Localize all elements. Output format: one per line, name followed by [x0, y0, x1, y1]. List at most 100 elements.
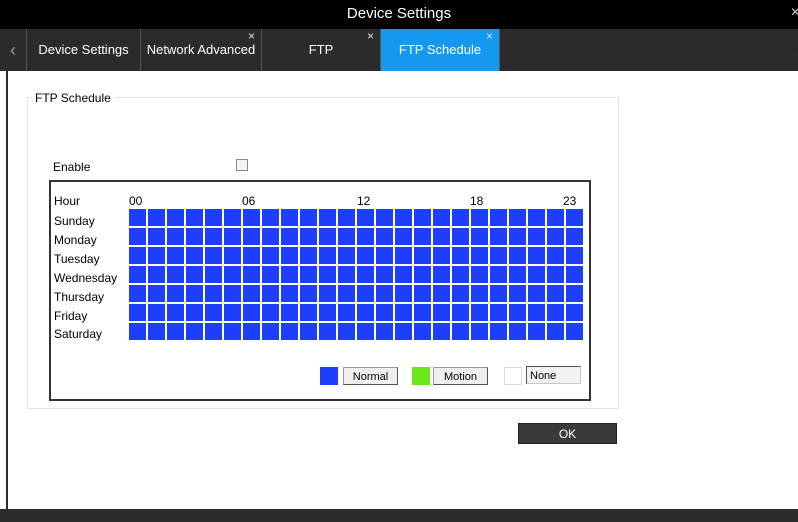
tab-ftp[interactable]: FTP ×: [262, 29, 381, 71]
schedule-cell[interactable]: [281, 247, 298, 264]
schedule-cell[interactable]: [357, 285, 374, 302]
tab-device-settings[interactable]: Device Settings: [27, 29, 141, 71]
schedule-cell[interactable]: [376, 323, 393, 340]
schedule-cell[interactable]: [433, 228, 450, 245]
schedule-cell[interactable]: [167, 266, 184, 283]
schedule-cell[interactable]: [376, 304, 393, 321]
schedule-cell[interactable]: [509, 285, 526, 302]
schedule-cell[interactable]: [547, 247, 564, 264]
schedule-cell[interactable]: [433, 285, 450, 302]
schedule-cell[interactable]: [566, 304, 583, 321]
schedule-cell[interactable]: [452, 228, 469, 245]
legend-normal-button[interactable]: Normal: [343, 367, 398, 385]
schedule-cell[interactable]: [357, 304, 374, 321]
schedule-cell[interactable]: [319, 304, 336, 321]
schedule-cell[interactable]: [414, 228, 431, 245]
schedule-cell[interactable]: [395, 209, 412, 226]
schedule-cell[interactable]: [357, 228, 374, 245]
schedule-cell[interactable]: [471, 304, 488, 321]
schedule-cell[interactable]: [547, 228, 564, 245]
schedule-cell[interactable]: [528, 304, 545, 321]
schedule-cell[interactable]: [528, 323, 545, 340]
schedule-cell[interactable]: [566, 247, 583, 264]
schedule-cell[interactable]: [224, 209, 241, 226]
schedule-cell[interactable]: [186, 285, 203, 302]
schedule-cell[interactable]: [395, 247, 412, 264]
schedule-cell[interactable]: [129, 228, 146, 245]
schedule-cell[interactable]: [566, 323, 583, 340]
schedule-cell[interactable]: [528, 228, 545, 245]
schedule-cell[interactable]: [262, 247, 279, 264]
schedule-cell[interactable]: [376, 209, 393, 226]
schedule-cell[interactable]: [376, 247, 393, 264]
schedule-cell[interactable]: [395, 266, 412, 283]
schedule-cell[interactable]: [471, 266, 488, 283]
schedule-cell[interactable]: [414, 247, 431, 264]
schedule-cell[interactable]: [300, 323, 317, 340]
schedule-cell[interactable]: [376, 228, 393, 245]
schedule-cell[interactable]: [243, 323, 260, 340]
schedule-cell[interactable]: [528, 266, 545, 283]
schedule-cell[interactable]: [205, 304, 222, 321]
schedule-cell[interactable]: [414, 266, 431, 283]
schedule-cell[interactable]: [262, 285, 279, 302]
schedule-cell[interactable]: [243, 285, 260, 302]
schedule-cell[interactable]: [490, 209, 507, 226]
schedule-cell[interactable]: [319, 266, 336, 283]
schedule-cell[interactable]: [243, 266, 260, 283]
schedule-cell[interactable]: [566, 209, 583, 226]
schedule-cell[interactable]: [300, 266, 317, 283]
schedule-cell[interactable]: [433, 304, 450, 321]
schedule-cell[interactable]: [338, 323, 355, 340]
schedule-cell[interactable]: [547, 323, 564, 340]
schedule-cell[interactable]: [566, 266, 583, 283]
schedule-cell[interactable]: [490, 285, 507, 302]
close-icon[interactable]: ×: [248, 29, 255, 43]
schedule-cell[interactable]: [319, 209, 336, 226]
schedule-cell[interactable]: [281, 304, 298, 321]
schedule-cell[interactable]: [129, 285, 146, 302]
schedule-cell[interactable]: [167, 247, 184, 264]
schedule-cell[interactable]: [509, 323, 526, 340]
schedule-cell[interactable]: [414, 304, 431, 321]
schedule-cell[interactable]: [224, 285, 241, 302]
schedule-cell[interactable]: [148, 266, 165, 283]
schedule-cell[interactable]: [319, 323, 336, 340]
schedule-cell[interactable]: [129, 304, 146, 321]
schedule-cell[interactable]: [300, 285, 317, 302]
schedule-cell[interactable]: [167, 304, 184, 321]
schedule-cell[interactable]: [471, 323, 488, 340]
schedule-cell[interactable]: [262, 209, 279, 226]
schedule-cell[interactable]: [414, 209, 431, 226]
schedule-cell[interactable]: [167, 323, 184, 340]
schedule-cell[interactable]: [243, 304, 260, 321]
schedule-cell[interactable]: [490, 247, 507, 264]
tab-ftp-schedule[interactable]: FTP Schedule ×: [381, 29, 500, 71]
schedule-cell[interactable]: [243, 247, 260, 264]
schedule-cell[interactable]: [262, 228, 279, 245]
schedule-cell[interactable]: [224, 304, 241, 321]
schedule-cell[interactable]: [490, 323, 507, 340]
schedule-cell[interactable]: [566, 285, 583, 302]
schedule-cell[interactable]: [490, 266, 507, 283]
schedule-cell[interactable]: [357, 209, 374, 226]
schedule-cell[interactable]: [205, 209, 222, 226]
schedule-cell[interactable]: [376, 285, 393, 302]
schedule-cell[interactable]: [205, 247, 222, 264]
schedule-cell[interactable]: [167, 228, 184, 245]
legend-none-button[interactable]: None: [526, 366, 581, 384]
schedule-cell[interactable]: [490, 228, 507, 245]
schedule-cell[interactable]: [281, 228, 298, 245]
schedule-cell[interactable]: [224, 323, 241, 340]
schedule-cell[interactable]: [281, 266, 298, 283]
schedule-cell[interactable]: [186, 228, 203, 245]
schedule-cell[interactable]: [319, 285, 336, 302]
schedule-cell[interactable]: [262, 304, 279, 321]
schedule-cell[interactable]: [452, 247, 469, 264]
schedule-cell[interactable]: [205, 285, 222, 302]
schedule-grid[interactable]: [129, 209, 583, 342]
schedule-cell[interactable]: [338, 304, 355, 321]
schedule-cell[interactable]: [129, 266, 146, 283]
schedule-cell[interactable]: [528, 209, 545, 226]
schedule-cell[interactable]: [452, 304, 469, 321]
